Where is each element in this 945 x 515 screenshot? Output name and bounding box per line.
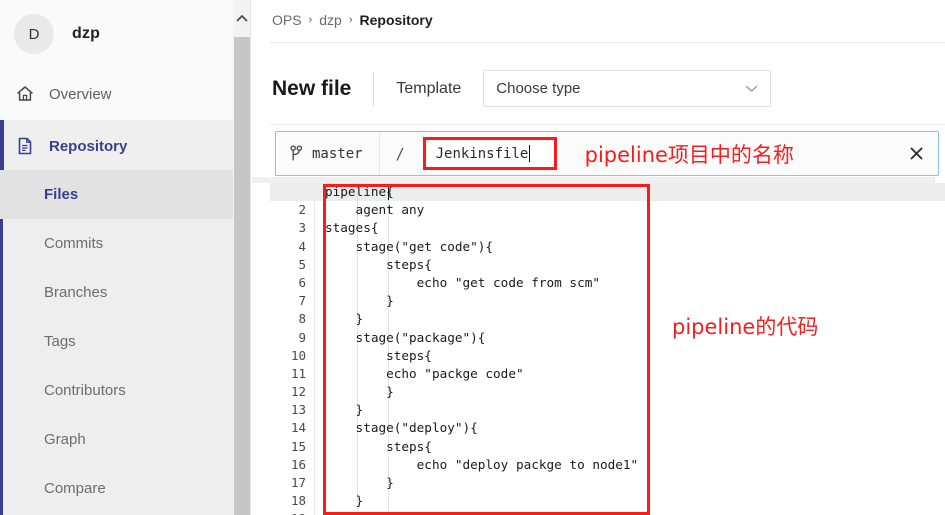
sidebar-item-tags[interactable]: Tags [0,317,233,366]
sidebar-item-label: Repository [49,137,128,155]
sidebar-item-commits[interactable]: Commits [0,219,233,268]
sidebar-item-contributors[interactable]: Contributors [0,366,233,415]
sidebar-subitem-label: Branches [44,284,108,301]
path-separator: / [395,144,405,163]
line-number: 7 [298,293,306,309]
code-surface[interactable]: pipeline{ agent any stages{ stage("get c… [270,183,945,515]
breadcrumb-item-dzp[interactable]: dzp [319,12,342,28]
toolbar-divider [373,71,375,106]
sidebar-item-branches[interactable]: Branches [0,268,233,317]
line-number: 17 [290,475,306,490]
sidebar-subitem-label: Compare [44,480,106,497]
breadcrumb-item-repository[interactable]: Repository [360,12,433,28]
code-line: stage("get code"){ [325,238,494,254]
home-icon [14,83,36,105]
line-number: 19 [270,510,314,515]
sidebar-subitem-label: Graph [44,431,86,448]
line-number: 14 [290,420,306,436]
line-number: 2 [298,202,306,218]
code-line: } [325,493,364,509]
sidebar-subitem-label: Commits [44,235,104,252]
line-number: 12 [290,384,306,400]
sidebar-item-compare[interactable]: Compare [0,464,233,513]
line-number: 4 [298,238,306,254]
line-number: 10 [290,347,306,363]
line-number: 6 [298,274,306,290]
code-line: steps{ [325,438,432,454]
sidebar-subitem-label: Tags [44,333,76,350]
branch-name: master [312,145,363,162]
breadcrumb-separator: › [308,14,313,26]
template-select-value: Choose type [496,80,581,97]
code-line: stage("deploy"){ [325,420,478,436]
filename-annotation: pipeline项目中的名称 [584,142,794,167]
code-line: } [325,311,364,327]
line-number: 5 [298,256,306,272]
template-type-select[interactable]: Choose type [483,70,772,107]
app-root: D dzp Overview Repository Files Commits … [0,0,945,515]
sidebar-subitem-label: Contributors [44,382,126,399]
active-accent-bar [0,120,4,172]
template-label: Template [396,79,462,97]
page-title: New file [272,76,352,100]
sidebar-header: D dzp [0,0,233,68]
project-name: dzp [72,25,101,42]
code-line: } [325,402,364,418]
code-line: stages{ [325,220,379,236]
chevron-up-icon[interactable] [233,0,251,36]
avatar-initial: D [28,25,40,43]
line-number: 16 [290,456,306,472]
sidebar-item-overview[interactable]: Overview [0,68,233,120]
chevron-down-icon [745,80,758,97]
line-number: 18 [290,493,306,509]
code-line: } [316,510,945,515]
branch-selector[interactable]: master [276,145,363,162]
line-number: 8 [298,311,306,327]
code-line: stage("package"){ [325,329,486,345]
line-number: 9 [298,329,306,345]
code-line: } [325,475,394,490]
new-file-toolbar: New file Template Choose type [272,70,772,107]
sidebar-item-label: Overview [49,85,112,103]
line-number: 13 [290,402,306,418]
code-line: agent any [325,202,425,218]
code-line: steps{ [325,256,432,272]
header-divider [270,42,945,43]
text-caret [529,145,531,162]
line-number: 3 [298,220,306,236]
line-number-gutter: 1 2 3 4 5 6 7 8 9 10 11 12 13 14 15 16 1… [270,183,315,515]
code-line: } [325,384,394,400]
sidebar-item-graph[interactable]: Graph [0,415,233,464]
code-line: echo "deploy packge to node1" [325,456,639,472]
filename-highlight-box: Jenkinsfile [422,137,557,170]
breadcrumb-separator: › [348,14,353,26]
git-branch-icon [290,145,303,162]
sidebar: D dzp Overview Repository Files Commits … [0,0,233,515]
avatar: D [14,14,54,54]
sidebar-subitem-label: Files [44,186,79,203]
breadcrumb: OPS › dzp › Repository [272,12,433,28]
sidebar-scrollbar[interactable] [233,0,251,515]
code-line: } [325,293,394,309]
filename-input[interactable]: Jenkinsfile [436,146,529,162]
sidebar-item-files[interactable]: Files [0,170,233,219]
toolbar-divider-bottom [270,124,945,125]
file-path-bar: master / Jenkinsfile pipeline项目中的名称 [275,131,939,176]
code-text-caret [388,185,389,200]
close-icon[interactable] [906,144,926,164]
line-number: 15 [290,438,306,454]
code-line: echo "get code from scm" [325,274,600,290]
code-line: steps{ [325,347,432,363]
filebar-divider [378,132,380,175]
line-number: 11 [290,365,306,381]
sidebar-subnav: Files Commits Branches Tags Contributors… [0,170,233,515]
code-line: pipeline{ [325,184,394,199]
breadcrumb-item-ops[interactable]: OPS [272,12,302,28]
sidebar-item-repository[interactable]: Repository [0,120,233,172]
code-editor[interactable]: 1 2 3 4 5 6 7 8 9 10 11 12 13 14 15 16 1… [270,183,945,515]
scrollbar-thumb[interactable] [234,37,250,515]
code-line: echo "packge code" [325,365,524,381]
file-doc-icon [14,135,36,157]
